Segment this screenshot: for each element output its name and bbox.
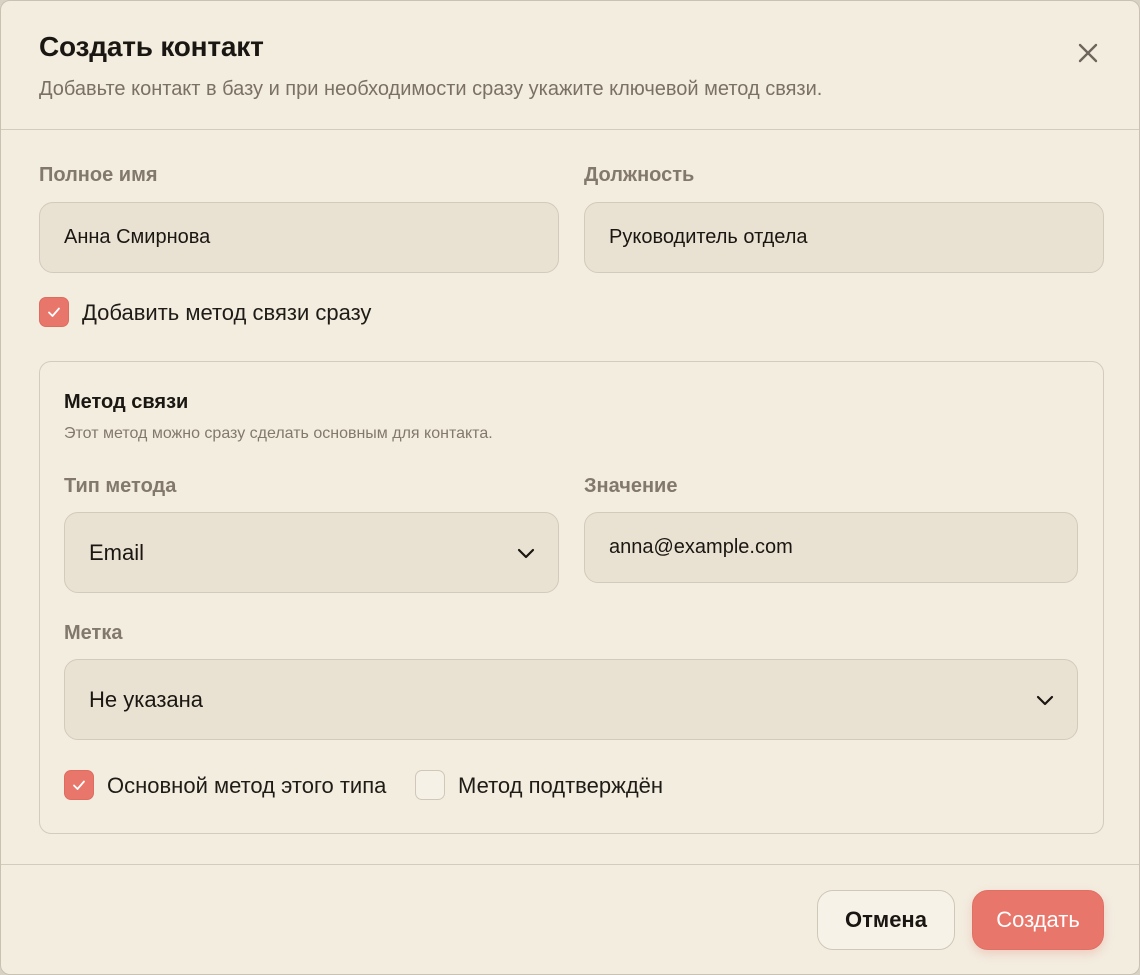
method-type-select[interactable]: Email [64,512,559,593]
position-value: Руководитель отдела [609,226,808,248]
tag-label: Метка [64,622,123,644]
close-icon [1078,43,1098,63]
chevron-down-icon [517,548,535,558]
position-input[interactable]: Руководитель отдела [584,202,1104,273]
tag-select[interactable]: Не указана [64,659,1078,740]
verified-method-label[interactable]: Метод подтверждён [458,773,663,799]
method-type-label: Тип метода [64,475,177,497]
create-contact-dialog: Создать контакт Добавьте контакт в базу … [0,0,1140,975]
full-name-value: Анна Смирнова [64,226,211,248]
close-button[interactable] [1072,37,1104,69]
dialog-footer [1,864,1139,974]
verified-method-checkbox[interactable] [415,770,445,800]
contact-method-title: Метод связи [64,391,189,413]
chevron-down-icon [1036,695,1054,705]
tag-value: Не указана [89,686,204,712]
add-method-label[interactable]: Добавить метод связи сразу [82,300,371,326]
method-value-label: Значение [584,475,678,497]
position-label: Должность [584,164,695,186]
full-name-input[interactable]: Анна Смирнова [39,202,559,273]
full-name-label: Полное имя [39,164,158,186]
add-method-checkbox[interactable] [39,297,69,327]
primary-method-checkbox[interactable] [64,770,94,800]
cancel-button[interactable]: Отмена [817,890,955,950]
create-button[interactable]: Создать [972,890,1104,950]
method-value-text: anna@example.com [609,536,793,558]
contact-method-subtitle: Этот метод можно сразу сделать основным … [64,425,493,442]
dialog-header: Создать контакт Добавьте контакт в базу … [1,1,1139,130]
check-icon [73,780,85,790]
dialog-subtitle: Добавьте контакт в базу и при необходимо… [39,78,823,100]
check-icon [48,307,60,317]
method-type-value: Email [89,539,145,565]
primary-method-label[interactable]: Основной метод этого типа [107,773,386,799]
method-value-input[interactable]: anna@example.com [584,512,1078,583]
dialog-title: Создать контакт [39,31,264,62]
